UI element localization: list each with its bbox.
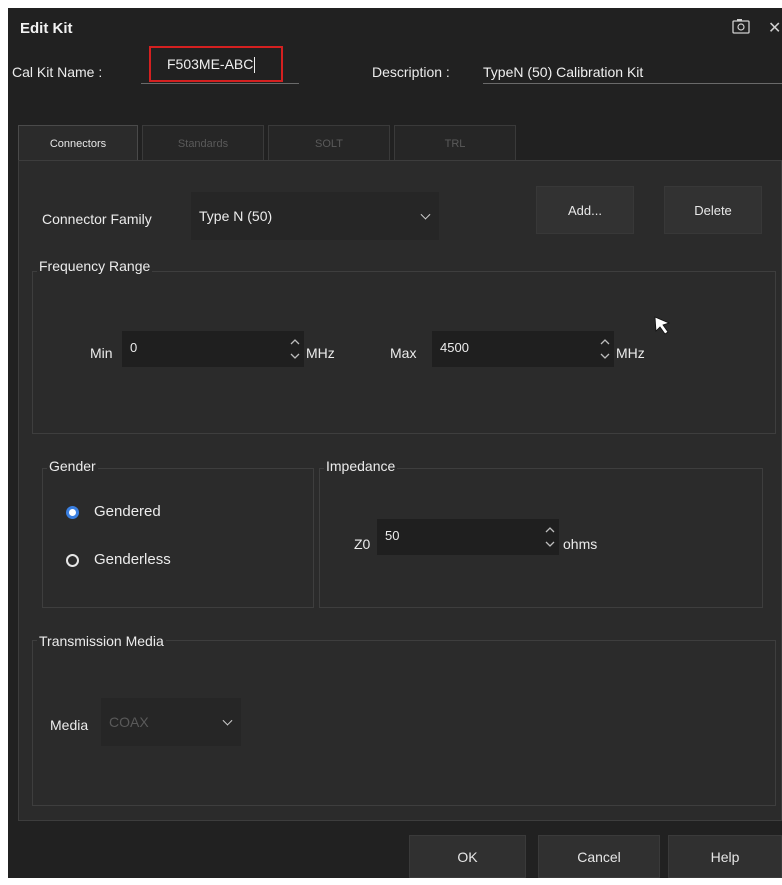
spinner-arrows-icon[interactable] [288, 334, 302, 364]
gender-group [42, 468, 314, 608]
gender-title: Gender [47, 458, 98, 474]
close-icon[interactable]: ✕ [768, 18, 781, 38]
max-frequency-input[interactable]: 4500 [432, 331, 614, 367]
min-frequency-value: 0 [130, 340, 138, 355]
chevron-down-icon [420, 209, 431, 220]
min-frequency-label: Min [90, 345, 113, 361]
impedance-unit: ohms [563, 536, 598, 552]
min-frequency-unit: MHz [306, 345, 335, 361]
ok-button[interactable]: OK [409, 835, 526, 878]
description-underline [483, 83, 782, 84]
transmission-media-title: Transmission Media [37, 633, 166, 649]
chevron-down-icon [222, 715, 233, 726]
impedance-title: Impedance [324, 458, 398, 474]
mouse-pointer-icon [654, 316, 671, 335]
dialog-title: Edit Kit [20, 20, 73, 37]
text-caret [254, 57, 256, 74]
media-label: Media [50, 717, 89, 733]
tab-solt[interactable]: SOLT [268, 125, 390, 161]
cancel-button[interactable]: Cancel [538, 835, 660, 878]
screenshot-icon[interactable] [732, 19, 750, 34]
z0-value: 50 [385, 528, 400, 543]
z0-label: Z0 [354, 536, 371, 552]
help-button[interactable]: Help [668, 835, 782, 878]
max-frequency-label: Max [390, 345, 417, 361]
tab-connectors[interactable]: Connectors [18, 125, 138, 161]
edit-kit-dialog: Edit Kit ✕ Cal Kit Name : F503ME-ABC Des… [8, 8, 782, 878]
frequency-range-title: Frequency Range [37, 258, 153, 274]
spinner-arrows-icon[interactable] [598, 334, 612, 364]
connector-family-dropdown[interactable]: Type N (50) [191, 192, 439, 240]
gendered-label: Gendered [94, 503, 161, 520]
genderless-label: Genderless [94, 551, 171, 568]
delete-connector-button[interactable]: Delete [664, 186, 762, 234]
cal-kit-name-value: F503ME-ABC [167, 56, 254, 72]
max-frequency-unit: MHz [616, 345, 645, 361]
add-connector-button[interactable]: Add... [536, 186, 634, 234]
connector-family-value: Type N (50) [199, 208, 273, 224]
cal-kit-name-underline [141, 83, 299, 84]
z0-input[interactable]: 50 [377, 519, 559, 555]
min-frequency-input[interactable]: 0 [122, 331, 304, 367]
cal-kit-name-label: Cal Kit Name : [12, 64, 103, 80]
media-value: COAX [109, 714, 149, 730]
media-dropdown[interactable]: COAX [101, 698, 241, 746]
description-input[interactable]: TypeN (50) Calibration Kit [483, 64, 782, 80]
connector-family-label: Connector Family [42, 211, 152, 227]
max-frequency-value: 4500 [440, 340, 469, 355]
gendered-radio[interactable] [66, 506, 79, 519]
description-label: Description : [372, 64, 450, 80]
tab-trl[interactable]: TRL [394, 125, 516, 161]
spinner-arrows-icon[interactable] [543, 522, 557, 552]
genderless-radio[interactable] [66, 554, 79, 567]
tab-standards[interactable]: Standards [142, 125, 264, 161]
cal-kit-name-input[interactable]: F503ME-ABC [149, 46, 283, 82]
